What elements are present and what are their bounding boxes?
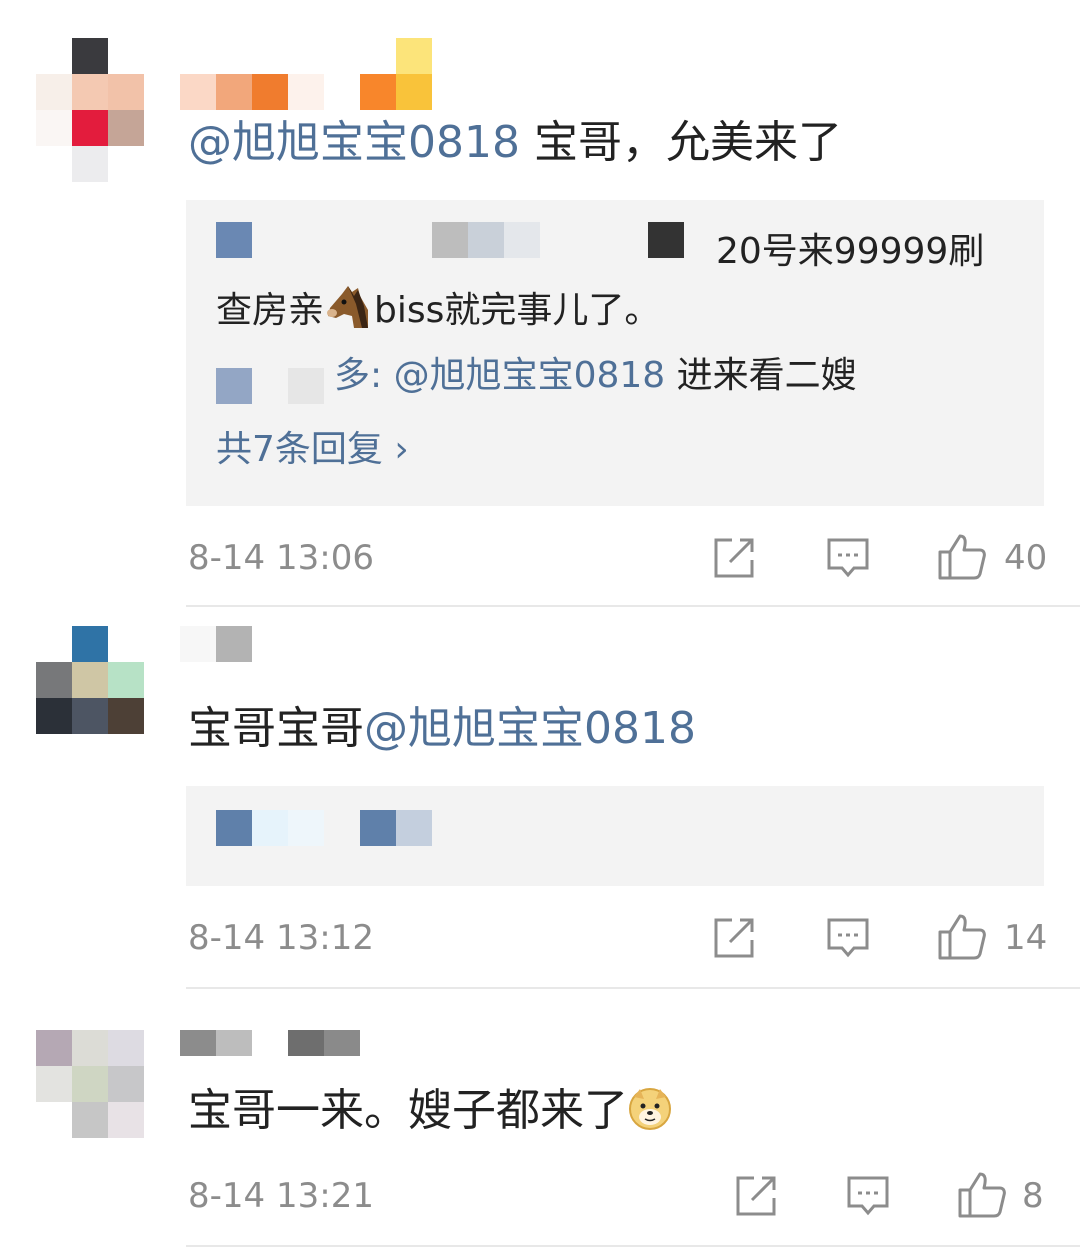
username-mosaic[interactable] — [180, 626, 252, 662]
like-count: 40 — [1004, 538, 1048, 578]
doge-emoji — [628, 1087, 672, 1131]
timestamp: 8-14 13:21 — [188, 1176, 374, 1216]
reply-box[interactable] — [186, 786, 1044, 886]
divider — [186, 1245, 1080, 1247]
thumbs-up-icon[interactable] — [938, 532, 986, 584]
avatar[interactable] — [36, 1030, 148, 1142]
horse-emoji — [324, 282, 374, 328]
timestamp: 8-14 13:12 — [188, 918, 374, 958]
mention-link[interactable]: @旭旭宝宝0818 — [364, 703, 696, 754]
mention-link[interactable]: @旭旭宝宝0818 — [188, 117, 520, 168]
avatar[interactable] — [36, 38, 148, 182]
comment-2: 宝哥宝哥@旭旭宝宝0818 8-14 13:12 14 — [0, 608, 1080, 990]
share-icon[interactable] — [712, 536, 756, 584]
reply-1-line2: 查房亲 biss就完事儿了。 — [216, 282, 660, 333]
thumbs-up-icon[interactable] — [958, 1170, 1006, 1222]
mention-link[interactable]: @旭旭宝宝0818 — [394, 355, 666, 396]
share-icon[interactable] — [712, 916, 756, 964]
timestamp: 8-14 13:06 — [188, 538, 374, 578]
comment-text: 宝哥宝哥@旭旭宝宝0818 — [188, 703, 696, 754]
comment-text: @旭旭宝宝0818 宝哥，允美来了 — [188, 117, 842, 168]
divider — [186, 987, 1080, 989]
comment-icon[interactable] — [826, 916, 870, 964]
reply-1: 20号来99999刷 — [716, 231, 985, 272]
comment-icon[interactable] — [826, 536, 870, 584]
comment-icon[interactable] — [846, 1174, 890, 1222]
avatar[interactable] — [36, 626, 148, 738]
username-mosaic[interactable] — [180, 1030, 360, 1066]
like-count: 8 — [1022, 1176, 1044, 1216]
like-count: 14 — [1004, 918, 1048, 958]
reply-2-avatar-mosaic — [216, 368, 252, 404]
reply-2-name-mosaic — [288, 368, 324, 404]
comment-text: 宝哥一来。嫂子都来了 — [188, 1084, 672, 1138]
comment-1: @旭旭宝宝0818 宝哥，允美来了 20号来99999刷 查房亲 biss就完事… — [0, 0, 1080, 608]
comment-3: 宝哥一来。嫂子都来了 8-14 13:21 8 — [0, 990, 1080, 1252]
reply-2: 多: @旭旭宝宝0818 进来看二嫂 — [334, 355, 857, 396]
divider — [186, 605, 1080, 607]
share-icon[interactable] — [734, 1174, 778, 1222]
thumbs-up-icon[interactable] — [938, 912, 986, 964]
username-mosaic[interactable] — [180, 38, 440, 110]
more-replies-link[interactable]: 共7条回复 › — [216, 428, 409, 472]
